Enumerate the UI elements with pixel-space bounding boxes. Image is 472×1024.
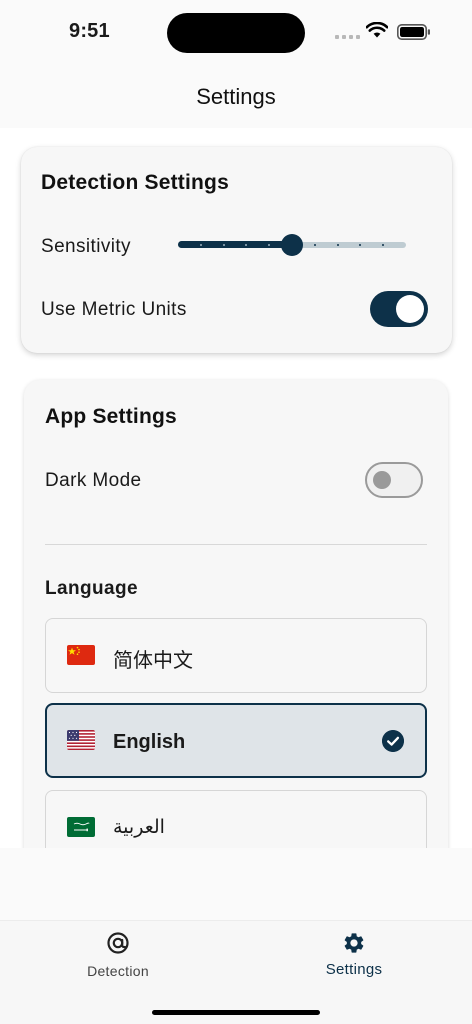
settings-content[interactable]: Detection Settings Sensitivity Use Metri…	[0, 128, 472, 848]
slider-tick	[314, 244, 316, 246]
toggle-knob	[373, 471, 391, 489]
slider-tick	[200, 244, 202, 246]
home-indicator	[152, 1010, 320, 1015]
dark-mode-label: Dark Mode	[45, 470, 142, 491]
nav-label-detection: Detection	[87, 963, 149, 979]
language-name: العربية	[113, 817, 165, 838]
slider-tick	[337, 244, 339, 246]
bottom-navigation-bar: Detection Settings	[0, 920, 472, 1024]
section-divider	[45, 544, 427, 545]
usa-flag-icon	[67, 730, 95, 750]
slider-active-track	[178, 241, 292, 248]
checkmark-icon	[382, 730, 404, 752]
slider-tick	[382, 244, 384, 246]
detection-settings-card: Detection Settings Sensitivity Use Metri…	[21, 147, 452, 353]
slider-tick	[245, 244, 247, 246]
slider-thumb[interactable]	[281, 234, 303, 256]
detection-settings-title: Detection Settings	[41, 171, 229, 194]
slider-tick	[223, 244, 225, 246]
app-settings-card: App Settings Dark Mode Language 简体中文 Eng…	[24, 380, 448, 848]
language-heading: Language	[45, 578, 138, 599]
toggle-knob	[396, 295, 424, 323]
page-title: Settings	[196, 84, 276, 109]
metric-units-toggle[interactable]	[370, 291, 428, 327]
gear-icon	[344, 933, 364, 953]
language-option-arabic[interactable]: العربية	[45, 790, 427, 848]
status-time: 9:51	[69, 20, 110, 42]
dynamic-island	[167, 13, 305, 53]
saudi-arabia-flag-icon	[67, 817, 95, 837]
sensitivity-slider[interactable]	[178, 231, 406, 259]
nav-label-settings: Settings	[325, 961, 383, 978]
app-settings-title: App Settings	[45, 405, 177, 428]
wifi-icon	[366, 22, 388, 38]
at-target-icon	[107, 932, 129, 954]
china-flag-icon	[67, 645, 95, 665]
cellular-signal-icon	[335, 35, 360, 39]
dark-mode-toggle[interactable]	[365, 462, 423, 498]
metric-units-label: Use Metric Units	[41, 299, 187, 320]
slider-tick	[268, 244, 270, 246]
slider-tick	[359, 244, 361, 246]
status-bar: 9:51	[0, 0, 472, 64]
language-option-english[interactable]: English	[45, 703, 427, 778]
app-header: Settings	[0, 64, 472, 128]
language-name: 简体中文	[113, 650, 193, 672]
language-option-chinese[interactable]: 简体中文	[45, 618, 427, 693]
nav-tab-settings[interactable]: Settings	[236, 921, 472, 1001]
nav-tab-detection[interactable]: Detection	[0, 921, 236, 1001]
language-name: English	[113, 731, 186, 753]
battery-icon	[397, 24, 430, 40]
sensitivity-label: Sensitivity	[41, 236, 131, 257]
